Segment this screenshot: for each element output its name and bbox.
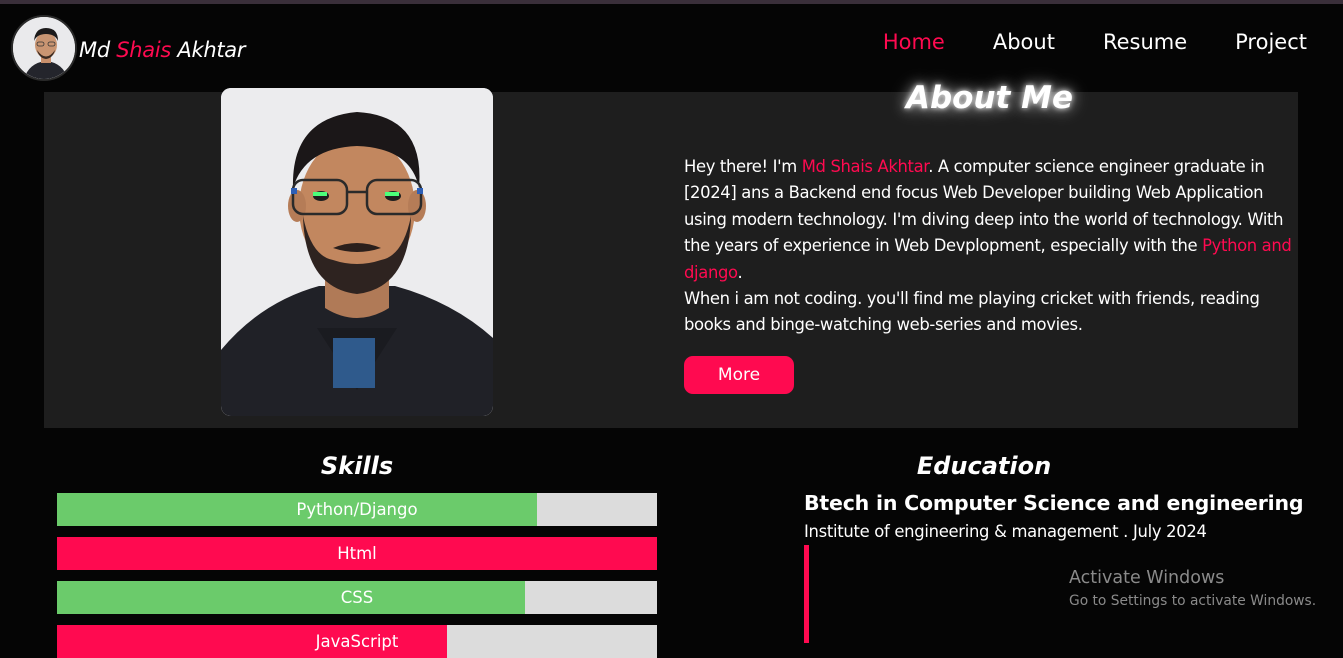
about-end: . — [737, 262, 743, 282]
brand-name: Md Shais Akhtar — [79, 38, 245, 62]
skill-label: CSS — [340, 588, 374, 607]
nav-resume[interactable]: Resume — [1103, 30, 1187, 54]
brand[interactable]: Md Shais Akhtar — [11, 15, 245, 81]
profile-portrait — [221, 88, 493, 416]
activate-windows-subtitle: Go to Settings to activate Windows. — [1069, 593, 1317, 609]
about-section: About Me Hey there! I'm Md Shais Akhtar.… — [44, 80, 1298, 428]
site-header: Md Shais Akhtar Home About Resume Projec… — [0, 4, 1343, 92]
education-institute: Institute of engineering & management . … — [804, 522, 1207, 541]
skill-label: Html — [337, 544, 377, 563]
skill-bar-javascript: JavaScript — [57, 625, 657, 658]
more-button[interactable]: More — [684, 356, 794, 394]
avatar — [11, 15, 77, 81]
profile-photo — [221, 88, 493, 416]
brand-last: Akhtar — [171, 38, 246, 62]
about-text: Hey there! I'm Md Shais Akhtar. A comput… — [684, 154, 1294, 339]
skill-label: JavaScript — [315, 632, 399, 651]
about-intro: Hey there! I'm — [684, 157, 802, 176]
skill-label: Python/Django — [296, 500, 418, 519]
skills-title: Skills — [320, 452, 394, 480]
skill-bar-html: Html — [57, 537, 657, 570]
about-hobbies: When i am not coding. you'll find me pla… — [684, 289, 1260, 335]
main-nav: Home About Resume Project — [835, 30, 1307, 54]
brand-accent: Shais — [116, 38, 172, 62]
nav-project[interactable]: Project — [1235, 30, 1307, 54]
nav-home[interactable]: Home — [883, 30, 945, 54]
avatar-portrait — [13, 17, 75, 79]
education-title: Education — [916, 452, 1052, 480]
education-timeline-line — [804, 545, 809, 643]
brand-first: Md — [79, 38, 117, 62]
nav-about[interactable]: About — [993, 30, 1055, 54]
skill-bar-css: CSS — [57, 581, 657, 614]
about-title: About Me — [906, 80, 1074, 116]
skill-bar-python: Python/Django — [57, 493, 657, 526]
about-name-highlight: Md Shais Akhtar — [801, 157, 929, 176]
education-degree: Btech in Computer Science and engineerin… — [804, 491, 1304, 515]
activate-windows-title: Activate Windows — [1069, 568, 1225, 588]
